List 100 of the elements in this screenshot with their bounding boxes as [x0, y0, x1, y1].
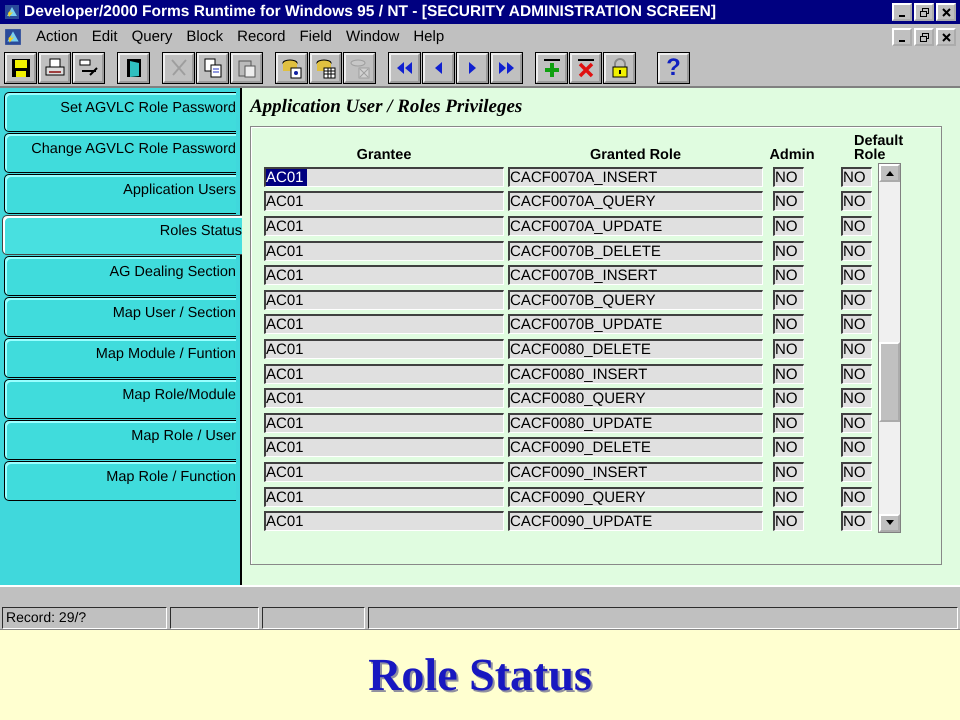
sidebar-tab[interactable]: Map Role/Module: [4, 378, 236, 419]
default-role-field[interactable]: NO: [841, 462, 872, 482]
exit-button[interactable]: [118, 52, 149, 83]
role-field[interactable]: CACF0070A_UPDATE: [508, 216, 763, 236]
scrollbar[interactable]: [878, 162, 901, 533]
admin-field[interactable]: NO: [773, 240, 804, 261]
admin-field[interactable]: NO: [773, 486, 804, 507]
admin-field[interactable]: NO: [773, 265, 804, 286]
role-field[interactable]: CACF0090_DELETE: [508, 437, 763, 458]
lock-button[interactable]: [604, 52, 635, 83]
grantee-field[interactable]: AC01: [264, 388, 504, 408]
grantee-field[interactable]: AC01: [264, 314, 504, 334]
menu-item[interactable]: Edit: [92, 28, 118, 46]
menu-item[interactable]: Help: [413, 28, 444, 46]
default-role-field[interactable]: NO: [841, 388, 872, 408]
grantee-field[interactable]: AC01: [264, 166, 504, 187]
admin-field[interactable]: NO: [773, 166, 804, 187]
default-role-field[interactable]: NO: [841, 314, 872, 334]
role-field[interactable]: CACF0070B_UPDATE: [508, 314, 763, 334]
default-role-field[interactable]: NO: [841, 290, 872, 310]
role-field[interactable]: CACF0080_DELETE: [508, 339, 763, 360]
admin-field[interactable]: NO: [773, 216, 804, 236]
admin-field[interactable]: NO: [773, 511, 804, 532]
role-field[interactable]: CACF0070B_DELETE: [508, 240, 763, 261]
admin-field[interactable]: NO: [773, 290, 804, 310]
default-role-field[interactable]: NO: [841, 191, 872, 212]
execute-button[interactable]: [310, 52, 341, 83]
sidebar-tab[interactable]: Map Role / Function: [4, 460, 236, 501]
role-field[interactable]: CACF0080_UPDATE: [508, 412, 763, 433]
role-field[interactable]: CACF0070B_QUERY: [508, 290, 763, 310]
sidebar-tab[interactable]: Application Users: [4, 174, 236, 214]
menu-item[interactable]: Window: [346, 28, 400, 46]
sidebar-tab[interactable]: Map User / Section: [4, 296, 236, 337]
default-role-field[interactable]: NO: [841, 412, 872, 433]
paste-button[interactable]: [231, 52, 262, 83]
admin-field[interactable]: NO: [773, 462, 804, 482]
admin-field[interactable]: NO: [773, 314, 804, 334]
print-button[interactable]: [39, 52, 70, 83]
grantee-field[interactable]: AC01: [264, 486, 504, 507]
sidebar-tab[interactable]: Map Role / User: [4, 420, 236, 460]
grantee-field[interactable]: AC01: [264, 191, 504, 212]
sidebar-tab[interactable]: Change AGVLC Role Password: [4, 132, 236, 173]
close-button[interactable]: [936, 2, 956, 21]
insert-button[interactable]: [536, 52, 567, 83]
admin-field[interactable]: NO: [773, 437, 804, 458]
grantee-field[interactable]: AC01: [264, 216, 504, 236]
scrollbar-thumb[interactable]: [879, 342, 900, 422]
default-role-field[interactable]: NO: [841, 339, 872, 360]
grantee-field[interactable]: AC01: [264, 462, 504, 482]
menu-item[interactable]: Field: [299, 28, 332, 46]
query-button[interactable]: [276, 52, 307, 83]
default-role-field[interactable]: NO: [841, 364, 872, 384]
menu-item[interactable]: Block: [186, 28, 224, 46]
grantee-field[interactable]: AC01: [264, 412, 504, 433]
admin-field[interactable]: NO: [773, 388, 804, 408]
grantee-field[interactable]: AC01: [264, 364, 504, 384]
grantee-field[interactable]: AC01: [264, 511, 504, 532]
role-field[interactable]: CACF0090_UPDATE: [508, 511, 763, 532]
grantee-field[interactable]: AC01: [264, 290, 504, 310]
default-role-field[interactable]: NO: [841, 240, 872, 261]
role-field[interactable]: CACF0070A_INSERT: [508, 166, 763, 187]
restore-button[interactable]: [914, 28, 934, 46]
minimize-button[interactable]: [892, 2, 912, 21]
menu-item[interactable]: Record: [237, 28, 286, 46]
help-button[interactable]: ?: [658, 52, 689, 83]
save-button[interactable]: [5, 52, 36, 83]
role-field[interactable]: CACF0070A_QUERY: [508, 191, 763, 212]
grantee-field[interactable]: AC01: [264, 240, 504, 261]
last-button[interactable]: [491, 52, 522, 83]
admin-field[interactable]: NO: [773, 339, 804, 360]
copy-button[interactable]: [197, 52, 228, 83]
sidebar-tab[interactable]: Set AGVLC Role Password: [4, 92, 236, 132]
default-role-field[interactable]: NO: [841, 216, 872, 236]
role-field[interactable]: CACF0090_QUERY: [508, 486, 763, 507]
grantee-field[interactable]: AC01: [264, 437, 504, 458]
next-button[interactable]: [457, 52, 488, 83]
admin-field[interactable]: NO: [773, 191, 804, 212]
default-role-field[interactable]: NO: [841, 437, 872, 458]
grantee-field[interactable]: AC01: [264, 339, 504, 360]
first-button[interactable]: [389, 52, 420, 83]
role-field[interactable]: CACF0080_QUERY: [508, 388, 763, 408]
tools-button[interactable]: [73, 52, 104, 83]
restore-button[interactable]: [914, 2, 934, 21]
default-role-field[interactable]: NO: [841, 486, 872, 507]
default-role-field[interactable]: NO: [841, 511, 872, 532]
role-field[interactable]: CACF0070B_INSERT: [508, 265, 763, 286]
default-role-field[interactable]: NO: [841, 166, 872, 187]
role-field[interactable]: CACF0090_INSERT: [508, 462, 763, 482]
role-field[interactable]: CACF0080_INSERT: [508, 364, 763, 384]
scroll-up-button[interactable]: [879, 164, 900, 182]
minimize-button[interactable]: [892, 28, 912, 46]
menu-item[interactable]: Action: [36, 28, 78, 46]
admin-field[interactable]: NO: [773, 412, 804, 433]
scroll-down-button[interactable]: [879, 514, 900, 532]
close-button[interactable]: [936, 28, 956, 46]
grantee-field[interactable]: AC01: [264, 265, 504, 286]
sidebar-tab[interactable]: Map Module / Funtion: [4, 338, 236, 378]
prev-button[interactable]: [423, 52, 454, 83]
delete-button[interactable]: [570, 52, 601, 83]
admin-field[interactable]: NO: [773, 364, 804, 384]
